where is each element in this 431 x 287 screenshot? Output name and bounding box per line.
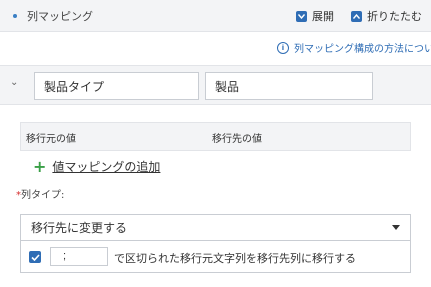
collapse-button[interactable]: 折りたたむ: [351, 8, 422, 24]
delimiter-option-text: で区切られた移行元文字列を移行先列に移行する: [114, 252, 356, 265]
bullet-icon: [13, 14, 17, 18]
target-column-field[interactable]: 製品: [205, 72, 373, 100]
caret-down-icon: [392, 225, 400, 230]
column-type-selected: 移行先に変更する: [31, 221, 128, 235]
source-column-field[interactable]: 製品タイプ: [34, 72, 199, 100]
section-title: 列マッピング: [27, 10, 93, 23]
add-value-mapping-label: 値マッピングの追加: [52, 160, 161, 174]
column-type-select[interactable]: 移行先に変更する: [20, 214, 411, 241]
column-type-label-text: 列タイプ:: [21, 190, 65, 201]
target-column-value: 製品: [215, 79, 240, 94]
expand-button[interactable]: 展開: [296, 8, 334, 24]
column-type-label: *列タイプ:: [16, 186, 64, 201]
source-column-value: 製品タイプ: [44, 79, 105, 94]
expand-icon: [296, 10, 307, 22]
plus-icon: +: [33, 156, 47, 176]
help-link-text: 列マッピング構成の方法について: [294, 44, 431, 55]
expand-label: 展開: [312, 10, 334, 23]
add-value-mapping-link[interactable]: + 値マッピングの追加: [33, 158, 160, 175]
help-link[interactable]: i 列マッピング構成の方法について: [277, 40, 431, 55]
delimiter-input[interactable]: ;: [50, 247, 108, 266]
collapse-icon: [351, 10, 362, 22]
source-value-header: 移行元の値: [26, 134, 76, 145]
delimiter-checkbox[interactable]: [29, 251, 41, 263]
target-value-header: 移行先の値: [212, 134, 262, 145]
chevron-down-icon[interactable]: ⌄: [10, 77, 18, 88]
collapse-label: 折りたたむ: [367, 10, 422, 23]
info-icon: i: [277, 41, 289, 54]
checkmark-icon: [30, 253, 40, 261]
